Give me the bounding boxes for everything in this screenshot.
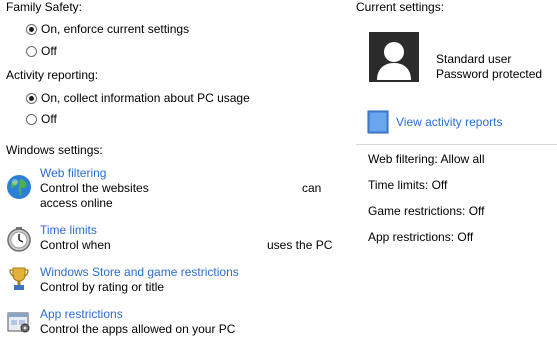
family-safety-on-radio[interactable]: On, enforce current settings: [26, 22, 189, 36]
activity-reporting-title: Activity reporting:: [6, 68, 99, 82]
web-filtering-desc: Control the websites: [40, 181, 149, 195]
summary-label: Game restrictions:: [368, 204, 466, 218]
account-type: Standard user: [436, 52, 512, 66]
app-restrictions-link[interactable]: App restrictions: [40, 307, 123, 321]
time-limits-desc-suffix: uses the PC: [267, 238, 333, 252]
family-safety-off-label: Off: [41, 44, 57, 58]
summary-value: Off: [468, 204, 485, 218]
radio-selected-indicator[interactable]: [26, 23, 37, 35]
summary-label: Web filtering:: [368, 152, 438, 166]
activity-reporting-on-label: On, collect information about PC usage: [41, 91, 250, 105]
store-game-restrictions-link[interactable]: Windows Store and game restrictions: [40, 265, 239, 279]
summary-label: Time limits:: [368, 178, 429, 192]
app-window-icon: [7, 312, 30, 333]
web-filtering-link[interactable]: Web filtering: [40, 166, 106, 180]
divider: [356, 144, 557, 145]
summary-value: Off: [457, 230, 474, 244]
activity-reporting-off-label: Off: [41, 112, 57, 126]
time-limits-desc: Control when: [40, 238, 111, 252]
web-filtering-desc-suffix: can: [302, 181, 322, 195]
web-filtering-desc-line2: access online: [40, 196, 113, 210]
family-safety-off-radio[interactable]: Off: [26, 44, 57, 58]
app-restrictions-summary: App restrictions: Off: [368, 230, 473, 244]
activity-report-icon[interactable]: [367, 110, 389, 134]
user-silhouette-icon: [377, 42, 411, 80]
store-game-restrictions-desc: Control by rating or title: [40, 280, 165, 294]
view-activity-reports-link[interactable]: View activity reports: [396, 115, 502, 129]
radio-unselected-indicator[interactable]: [26, 113, 37, 125]
time-limits-link[interactable]: Time limits: [40, 223, 97, 237]
time-limits-summary: Time limits: Off: [368, 178, 447, 192]
clock-icon: [7, 227, 31, 252]
family-safety-on-label: On, enforce current settings: [41, 22, 190, 36]
game-restrictions-summary: Game restrictions: Off: [368, 204, 485, 218]
activity-reporting-off-radio[interactable]: Off: [26, 112, 57, 126]
trophy-icon: [9, 267, 29, 290]
summary-value: Allow all: [440, 152, 485, 166]
current-settings-title: Current settings:: [356, 0, 445, 14]
radio-selected-indicator[interactable]: [26, 92, 37, 104]
radio-unselected-indicator[interactable]: [26, 45, 37, 57]
web-filtering-summary: Web filtering: Allow all: [368, 152, 485, 166]
password-status: Password protected: [436, 67, 543, 81]
windows-settings-title: Windows settings:: [6, 143, 103, 157]
globe-icon: [7, 175, 31, 199]
avatar: [369, 32, 419, 82]
summary-value: Off: [431, 178, 448, 192]
family-safety-title: Family Safety:: [6, 0, 83, 14]
app-restrictions-desc: Control the apps allowed on your PC: [40, 322, 236, 336]
activity-reporting-on-radio[interactable]: On, collect information about PC usage: [26, 91, 250, 105]
summary-label: App restrictions:: [368, 230, 455, 244]
